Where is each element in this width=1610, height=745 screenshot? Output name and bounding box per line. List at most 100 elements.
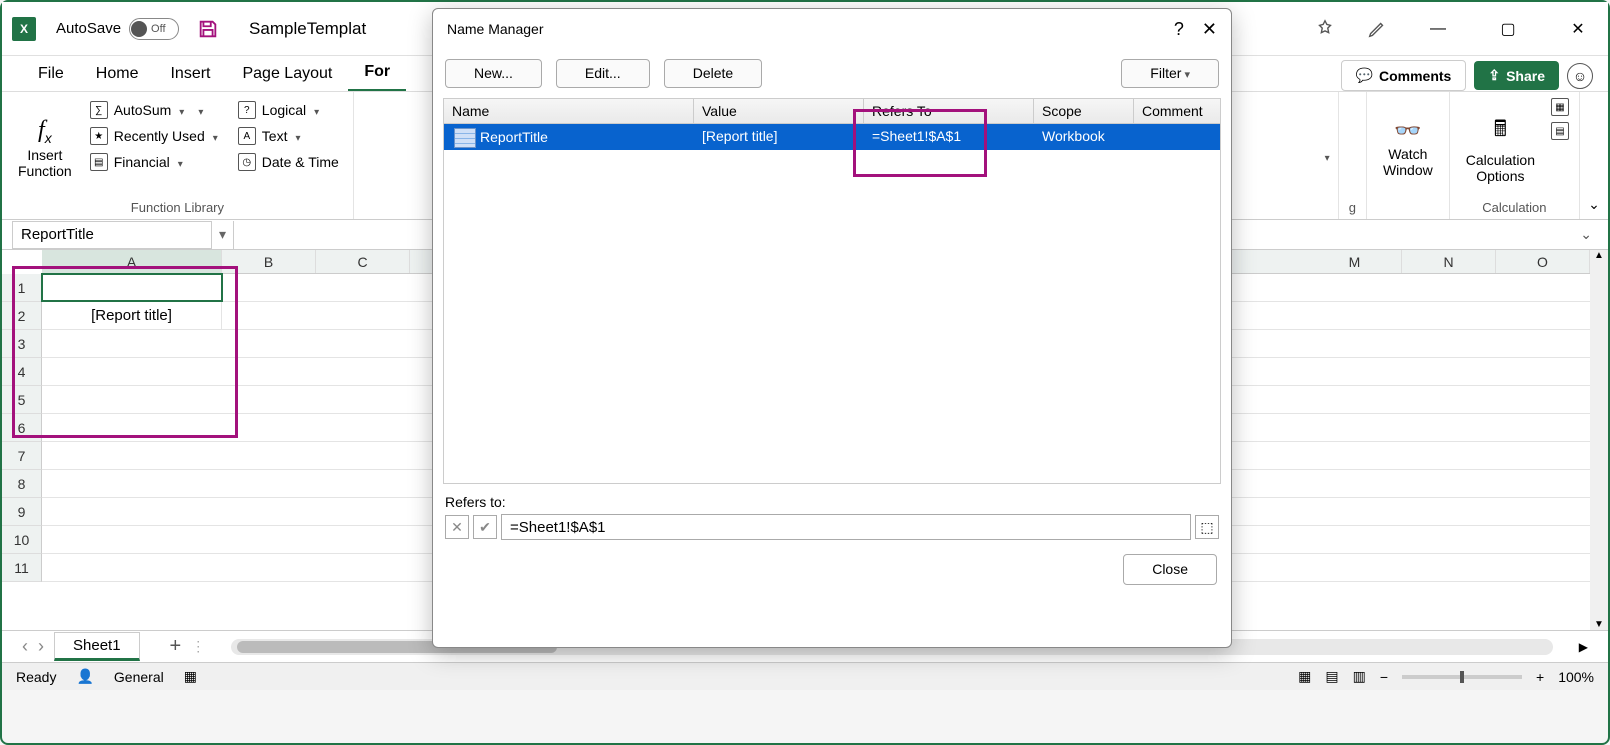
group-function-library-label: Function Library	[12, 198, 343, 215]
add-sheet-button[interactable]: +	[170, 635, 182, 658]
row-header-4[interactable]: 4	[2, 358, 42, 386]
scroll-down-icon[interactable]: ▼	[1594, 619, 1604, 630]
col-header-m[interactable]: M	[1308, 250, 1402, 273]
feedback-smile-icon[interactable]: ☺	[1567, 63, 1593, 89]
edit-button[interactable]: Edit...	[556, 59, 650, 88]
refers-to-confirm-icon[interactable]: ✔	[473, 515, 497, 539]
tab-home[interactable]: Home	[80, 57, 155, 91]
dialog-close-button[interactable]: ✕	[1202, 19, 1217, 40]
accessibility-icon[interactable]: 👤	[76, 668, 93, 685]
close-button[interactable]: Close	[1123, 554, 1217, 585]
row-header-5[interactable]: 5	[2, 386, 42, 414]
zoom-thumb[interactable]	[1460, 671, 1464, 683]
new-button[interactable]: New...	[445, 59, 542, 88]
row-header-1[interactable]: 1	[2, 274, 42, 302]
col-header-c[interactable]: C	[316, 250, 410, 273]
refers-to-cancel-icon[interactable]: ✕	[445, 515, 469, 539]
name-box-dropdown[interactable]: ▾	[212, 221, 234, 249]
edit-button-label: Edit...	[585, 65, 621, 81]
refers-to-row: ✕ ✔ ⬚	[445, 514, 1219, 540]
sheet-tab-sheet1[interactable]: Sheet1	[54, 632, 140, 661]
recently-used-button[interactable]: ★Recently Used	[86, 124, 222, 148]
scroll-up-icon[interactable]: ▲	[1594, 250, 1604, 261]
zoom-level[interactable]: 100%	[1558, 669, 1594, 685]
formula-bar-expand[interactable]: ⌄	[1580, 226, 1592, 243]
dialog-title-bar[interactable]: Name Manager ? ✕	[433, 9, 1231, 49]
row-header-10[interactable]: 10	[2, 526, 42, 554]
save-icon[interactable]	[197, 18, 219, 40]
col-header-b[interactable]: B	[222, 250, 316, 273]
delete-button-label: Delete	[693, 65, 733, 81]
zoom-plus[interactable]: +	[1536, 669, 1544, 685]
cell-a2[interactable]: [Report title]	[42, 302, 222, 329]
col-refers-to[interactable]: Refers To	[864, 99, 1034, 123]
refers-to-collapse-icon[interactable]: ⬚	[1195, 515, 1219, 539]
col-comment[interactable]: Comment	[1134, 99, 1220, 123]
row-header-11[interactable]: 11	[2, 554, 42, 582]
text-button[interactable]: AText	[234, 124, 343, 148]
name-list-header[interactable]: Name Value Refers To Scope Comment	[443, 98, 1221, 124]
zoom-slider[interactable]	[1402, 675, 1522, 679]
tab-file[interactable]: File	[22, 57, 80, 91]
refers-to-label: Refers to:	[445, 494, 506, 510]
row-header-8[interactable]: 8	[2, 470, 42, 498]
pen-icon[interactable]	[1366, 18, 1388, 40]
dialog-help-button[interactable]: ?	[1174, 19, 1184, 40]
ribbon-collapse-button[interactable]: ⌄	[1580, 92, 1608, 219]
watch-window-button[interactable]: 👓 WatchWindow	[1377, 98, 1439, 198]
maximize-button[interactable]: ▢	[1488, 14, 1528, 44]
autosum-button[interactable]: ∑AutoSum	[86, 98, 222, 122]
autosave-toggle[interactable]: Off	[129, 18, 179, 40]
row-header-6[interactable]: 6	[2, 414, 42, 442]
calc-sheet-icon[interactable]: ▤	[1551, 122, 1569, 140]
tab-insert[interactable]: Insert	[154, 57, 226, 91]
name-row-reporttitle[interactable]: ReportTitle [Report title] =Sheet1!$A$1 …	[444, 124, 1220, 150]
display-settings-icon[interactable]: ▦	[184, 668, 197, 685]
hscroll-right-icon[interactable]: ▶	[1579, 640, 1588, 654]
financial-button[interactable]: ▤Financial	[86, 150, 222, 174]
status-bar: Ready 👤 General ▦ ▦ ▤ ▥ − + 100%	[2, 662, 1608, 690]
name-list[interactable]: ReportTitle [Report title] =Sheet1!$A$1 …	[443, 124, 1221, 484]
minimize-button[interactable]: —	[1418, 14, 1458, 44]
logical-button[interactable]: ?Logical	[234, 98, 343, 122]
row-headers[interactable]: 1 2 3 4 5 6 7 8 9 10 11	[2, 274, 42, 582]
col-header-o[interactable]: O	[1496, 250, 1590, 273]
calculation-options-button[interactable]: 🖩 CalculationOptions	[1460, 98, 1541, 198]
tab-formulas[interactable]: For	[348, 55, 406, 91]
comment-icon: 💬	[1356, 67, 1373, 84]
calc-options-label: CalculationOptions	[1466, 152, 1535, 184]
row-header-7[interactable]: 7	[2, 442, 42, 470]
comments-label: Comments	[1379, 68, 1451, 84]
refers-to-input[interactable]	[501, 514, 1191, 540]
calc-now-icon[interactable]: ▦	[1551, 98, 1569, 116]
row-comment	[1134, 124, 1220, 150]
col-name[interactable]: Name	[444, 99, 694, 123]
date-time-button[interactable]: ◷Date & Time	[234, 150, 343, 174]
col-header-a[interactable]: A	[42, 250, 222, 273]
logical-icon: ?	[238, 101, 256, 119]
delete-button[interactable]: Delete	[664, 59, 762, 88]
share-button[interactable]: ⇪ Share	[1474, 61, 1559, 90]
filter-button[interactable]: Filter	[1121, 59, 1219, 88]
zoom-minus[interactable]: −	[1380, 669, 1388, 685]
row-header-9[interactable]: 9	[2, 498, 42, 526]
view-page-break-icon[interactable]: ▥	[1353, 668, 1366, 685]
sheet-prev-button[interactable]: ‹	[22, 636, 28, 657]
tab-page-layout[interactable]: Page Layout	[226, 57, 348, 91]
row-header-2[interactable]: 2	[2, 302, 42, 330]
col-scope[interactable]: Scope	[1034, 99, 1134, 123]
cell-a1[interactable]	[42, 274, 222, 301]
comments-button[interactable]: 💬 Comments	[1341, 60, 1467, 91]
insert-function-button[interactable]: fx InsertFunction	[12, 98, 78, 198]
view-normal-icon[interactable]: ▦	[1298, 668, 1311, 685]
row-scope: Workbook	[1034, 124, 1134, 150]
name-box[interactable]: ReportTitle	[12, 221, 212, 249]
sheet-next-button[interactable]: ›	[38, 636, 44, 657]
col-value[interactable]: Value	[694, 99, 864, 123]
col-header-n[interactable]: N	[1402, 250, 1496, 273]
vertical-scrollbar[interactable]: ▲ ▼	[1590, 250, 1608, 630]
close-window-button[interactable]: ✕	[1558, 14, 1598, 44]
view-page-layout-icon[interactable]: ▤	[1325, 668, 1338, 685]
row-header-3[interactable]: 3	[2, 330, 42, 358]
copilot-icon[interactable]	[1314, 18, 1336, 40]
